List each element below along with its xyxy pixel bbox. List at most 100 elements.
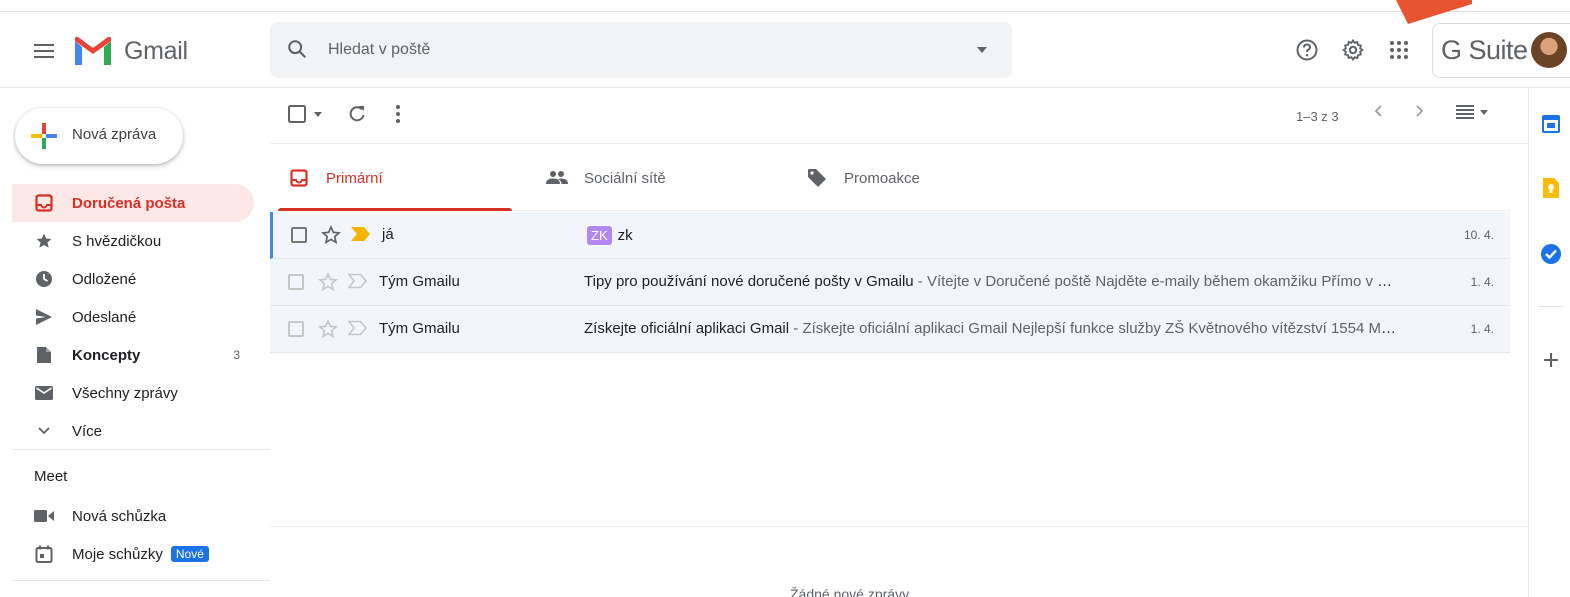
apps-grid-icon bbox=[1390, 41, 1408, 59]
sidebar-item-inbox[interactable]: Doručená pošta bbox=[12, 184, 254, 222]
inbox-icon bbox=[35, 194, 53, 212]
sidebar-item-more[interactable]: Více bbox=[0, 412, 270, 450]
sidebar-item-label: Doručená pošta bbox=[72, 194, 186, 212]
email-sender: já bbox=[382, 226, 394, 243]
email-sender: Tým Gmailu bbox=[379, 273, 460, 290]
header: Gmail G Suite bbox=[0, 13, 1570, 88]
more-actions-button[interactable] bbox=[396, 105, 400, 123]
sidebar-divider bbox=[12, 449, 270, 450]
meet-item-label: Moje schůzky bbox=[72, 545, 163, 563]
email-row[interactable]: já ZK zk 10. 4. bbox=[270, 212, 1510, 259]
search-bar[interactable] bbox=[270, 22, 1012, 78]
sidebar-item-label: S hvězdičkou bbox=[72, 232, 162, 250]
star-outline-icon[interactable] bbox=[318, 319, 338, 339]
sidebar-item-label: Více bbox=[72, 422, 103, 440]
side-panel-divider bbox=[1539, 306, 1563, 307]
mail-icon bbox=[35, 386, 53, 400]
tasks-app-button[interactable] bbox=[1541, 244, 1561, 264]
sidebar-item-sent[interactable]: Odeslané bbox=[0, 298, 270, 336]
sidebar-item-label: Odeslané bbox=[72, 308, 137, 326]
chevron-down-icon bbox=[38, 427, 50, 435]
people-icon bbox=[546, 171, 568, 184]
meet-section: Nová schůzka Moje schůzky Nové bbox=[0, 497, 270, 573]
tab-label: Sociální sítě bbox=[584, 169, 666, 187]
sidebar-item-snoozed[interactable]: Odložené bbox=[0, 260, 270, 298]
apps-button[interactable] bbox=[1386, 37, 1412, 63]
email-date: 1. 4. bbox=[1470, 322, 1494, 336]
caret-down-icon bbox=[1480, 109, 1488, 115]
search-options-button[interactable] bbox=[970, 40, 994, 60]
inbox-icon bbox=[290, 169, 308, 187]
email-date: 1. 4. bbox=[1470, 275, 1494, 289]
important-marker-icon[interactable] bbox=[351, 226, 371, 242]
meet-section-title: Meet bbox=[34, 468, 68, 485]
side-panel bbox=[1528, 88, 1570, 597]
get-addons-button[interactable] bbox=[1541, 350, 1561, 370]
select-all-checkbox[interactable] bbox=[288, 105, 322, 123]
calendar-app-button[interactable] bbox=[1541, 114, 1561, 134]
email-subject-line: Získejte oficiální aplikaci Gmail - Získ… bbox=[584, 320, 1400, 337]
sidebar-item-label: Odložené bbox=[72, 270, 137, 288]
window-top-edge bbox=[0, 0, 1570, 12]
meet-item-new-meeting[interactable]: Nová schůzka bbox=[0, 497, 270, 535]
video-icon bbox=[34, 510, 54, 522]
refresh-button[interactable] bbox=[348, 105, 366, 123]
row-checkbox[interactable] bbox=[288, 321, 304, 337]
newer-button[interactable] bbox=[1374, 105, 1382, 117]
row-checkbox[interactable] bbox=[291, 227, 307, 243]
sidebar-item-label: Koncepty bbox=[72, 346, 141, 364]
tab-promotions[interactable]: Promoakce bbox=[788, 145, 1030, 211]
important-marker-icon[interactable] bbox=[348, 320, 368, 336]
avatar[interactable] bbox=[1531, 32, 1567, 68]
google-tasks-icon bbox=[1541, 244, 1561, 264]
tag-icon bbox=[808, 169, 826, 187]
hamburger-icon bbox=[34, 44, 54, 58]
email-subject-line: Tipy pro používání nové doručené pošty v… bbox=[584, 273, 1400, 290]
send-icon bbox=[36, 309, 52, 325]
caret-down-icon bbox=[314, 111, 322, 117]
star-outline-icon[interactable] bbox=[321, 225, 341, 245]
sidebar-divider bbox=[12, 580, 270, 581]
tab-social[interactable]: Sociální sítě bbox=[528, 145, 770, 211]
clock-icon bbox=[36, 271, 52, 287]
mail-toolbar: 1–3 z 3 bbox=[270, 88, 1528, 144]
checkbox-icon bbox=[288, 105, 306, 123]
more-vert-icon bbox=[396, 105, 400, 123]
search-input[interactable] bbox=[328, 36, 928, 64]
density-button[interactable] bbox=[1456, 105, 1488, 119]
older-button[interactable] bbox=[1416, 105, 1424, 117]
google-keep-icon bbox=[1543, 178, 1559, 198]
gear-icon bbox=[1341, 38, 1365, 62]
email-subject: Získejte oficiální aplikaci Gmail bbox=[584, 320, 790, 337]
app-name: Gmail bbox=[124, 36, 188, 65]
density-icon bbox=[1456, 105, 1474, 119]
drafts-count: 3 bbox=[233, 348, 240, 362]
help-button[interactable] bbox=[1294, 37, 1320, 63]
star-icon bbox=[36, 233, 52, 248]
tab-primary[interactable]: Primární bbox=[270, 145, 512, 211]
sidebar-item-drafts[interactable]: Koncepty 3 bbox=[0, 336, 270, 374]
sidebar-nav: Doručená pošta S hvězdičkou Odložené Ode… bbox=[0, 184, 270, 450]
email-snippet: - Získejte oficiální aplikaci Gmail Nejl… bbox=[789, 320, 1400, 337]
settings-button[interactable] bbox=[1340, 37, 1366, 63]
content-divider bbox=[270, 526, 1528, 527]
plus-icon bbox=[31, 123, 57, 149]
account-button[interactable]: G Suite bbox=[1432, 23, 1570, 78]
main-menu-button[interactable] bbox=[26, 37, 62, 65]
email-subject: zk bbox=[617, 227, 633, 244]
gmail-m-icon bbox=[75, 36, 111, 65]
sidebar-item-starred[interactable]: S hvězdičkou bbox=[0, 222, 270, 260]
email-row[interactable]: Tým Gmailu Tipy pro používání nové doruč… bbox=[270, 259, 1510, 306]
email-snippet: - Vítejte v Doručené poště Najděte e-mai… bbox=[913, 273, 1400, 290]
sidebar-item-all-mail[interactable]: Všechny zprávy bbox=[0, 374, 270, 412]
important-marker-icon[interactable] bbox=[348, 273, 368, 289]
meet-item-my-meetings[interactable]: Moje schůzky Nové bbox=[0, 535, 270, 573]
compose-label: Nová zpráva bbox=[72, 126, 157, 143]
star-outline-icon[interactable] bbox=[318, 272, 338, 292]
email-row[interactable]: Tým Gmailu Získejte oficiální aplikaci G… bbox=[270, 306, 1510, 353]
compose-button[interactable]: Nová zpráva bbox=[15, 108, 183, 164]
gmail-logo[interactable]: Gmail bbox=[74, 33, 194, 69]
keep-app-button[interactable] bbox=[1541, 178, 1561, 198]
search-icon[interactable] bbox=[286, 38, 308, 60]
row-checkbox[interactable] bbox=[288, 274, 304, 290]
